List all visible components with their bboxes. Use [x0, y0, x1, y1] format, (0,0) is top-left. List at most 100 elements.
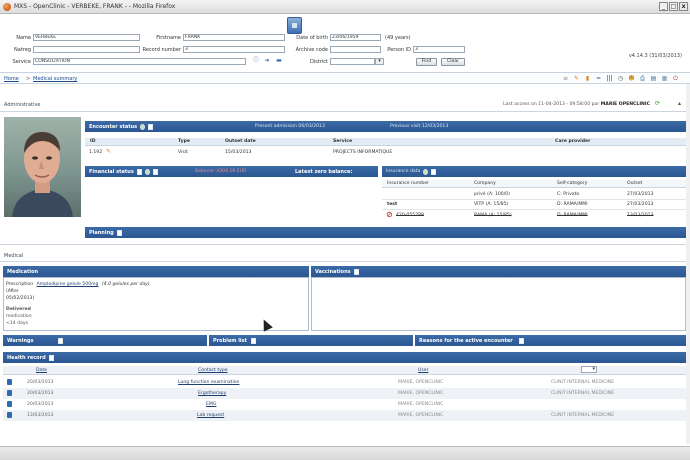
district-field: District ▾: [290, 58, 384, 65]
health-record-document-icon[interactable]: [48, 354, 54, 361]
vaccinations-document-icon[interactable]: [353, 268, 359, 275]
age-text: (49 years): [385, 34, 411, 41]
dob-input[interactable]: 23/06/1959: [330, 34, 381, 41]
chevron-down-icon[interactable]: ▾: [592, 366, 595, 372]
page-scrollbar[interactable]: [686, 84, 690, 444]
insurance-document-icon[interactable]: [431, 168, 437, 175]
table-row[interactable]: 20/03/2013 EMG MARIE, OPENCLINIC: [3, 399, 689, 410]
edit-encounter-icon[interactable]: ✎: [106, 148, 111, 155]
people-icon[interactable]: ☻: [628, 75, 635, 82]
clear-button[interactable]: Clear: [441, 58, 465, 66]
trash-icon[interactable]: ▬: [276, 58, 282, 64]
grid-icon[interactable]: ▦: [661, 75, 668, 82]
arrow-icon[interactable]: ➜: [264, 58, 270, 64]
openclinic-logo-icon: [287, 17, 302, 34]
breadcrumb-medical-summary[interactable]: Medical summary: [33, 76, 77, 82]
record-number-field: Record number 3: [133, 46, 285, 53]
add-insurance-icon[interactable]: [423, 168, 429, 175]
row-divider: [382, 209, 686, 210]
power-icon[interactable]: ⏻: [672, 75, 679, 82]
latest-zero-balance-text: Latest zero balance:: [295, 168, 353, 175]
health-record-bar: Health record: [3, 352, 686, 363]
trash-icon[interactable]: [7, 401, 12, 407]
trash-icon[interactable]: [7, 379, 12, 385]
table-row[interactable]: 13/03/2013 Lab request MARIE, OPENCLINIC…: [3, 410, 689, 421]
record-number-input[interactable]: 3: [183, 46, 285, 53]
prescription-drug-link[interactable]: Amplodipine gelule 500mg: [37, 282, 99, 287]
planning-document-icon[interactable]: [116, 229, 122, 236]
person-id-field: Person ID 3: [385, 46, 465, 53]
encounter-status-bar: Encounter status Present admission 06/03…: [85, 121, 686, 132]
trash-icon[interactable]: [7, 412, 12, 418]
service-field: Service CONSULTATION: [4, 58, 246, 65]
name-field: Name VERBEKE: [4, 34, 140, 41]
previous-visit-text: Previous visit 12/03/2013: [390, 124, 449, 129]
financial-document-icon[interactable]: [136, 168, 142, 175]
breadcrumb-home[interactable]: Home: [4, 76, 19, 82]
archive-code-field: Archive code: [285, 46, 381, 53]
window-titlebar: MXS - OpenClinic - VERBEKE, FRANK - - Mo…: [0, 0, 690, 14]
printer-icon[interactable]: ⎙: [639, 75, 646, 82]
natreg-field: Natreg: [4, 46, 140, 53]
archive-code-input[interactable]: [330, 46, 381, 53]
bed-icon[interactable]: ═: [595, 75, 602, 82]
prescription-line: Prescription Amplodipine gelule 500mg (4…: [6, 282, 150, 287]
encounter-document-icon[interactable]: [148, 123, 154, 130]
collapse-icon[interactable]: ▴: [676, 100, 683, 107]
reasons-document-icon[interactable]: [518, 337, 524, 344]
status-bar: [0, 446, 690, 460]
service-input[interactable]: CONSULTATION: [33, 58, 246, 65]
trash-icon[interactable]: [7, 390, 12, 396]
stop-icon[interactable]: ⊘: [386, 210, 393, 219]
present-admission-text: Present admission 06/03/2013: [255, 124, 325, 129]
firefox-app-icon: [3, 2, 11, 11]
mouse-cursor-icon: [260, 318, 272, 331]
insurance-data-bar: Insurance data: [382, 166, 686, 177]
edit-icon[interactable]: ✎: [573, 75, 580, 82]
balance-text: Balance: 4304,16 EUR: [195, 169, 247, 174]
dob-field: Date of birth 23/06/1959 (49 years): [296, 34, 411, 41]
medical-divider: [0, 261, 690, 262]
invoice-icon[interactable]: [152, 168, 158, 175]
district-select[interactable]: [330, 58, 375, 65]
person-id-input[interactable]: 3: [413, 46, 465, 53]
money-icon[interactable]: [144, 168, 150, 175]
close-icon[interactable]: x: [679, 2, 688, 11]
refresh-icon[interactable]: ⟳: [654, 100, 661, 107]
clock-icon[interactable]: ◷: [617, 75, 624, 82]
vaccinations-bar: Vaccinations: [311, 266, 686, 277]
add-encounter-icon[interactable]: [140, 123, 146, 130]
problem-list-document-icon[interactable]: [251, 337, 256, 344]
maximize-icon[interactable]: □: [669, 2, 678, 11]
minimize-icon[interactable]: _: [659, 2, 668, 11]
table-row[interactable]: 20/03/2013 Lung function examination MAR…: [3, 377, 689, 388]
service-filter-select[interactable]: ▾: [581, 366, 597, 373]
window-title: MXS - OpenClinic - VERBEKE, FRANK - - Mo…: [14, 3, 176, 10]
administrative-divider: [0, 111, 690, 112]
natreg-input[interactable]: [33, 46, 140, 53]
planning-bar: Planning: [85, 227, 686, 238]
medical-title: Medical: [4, 253, 24, 259]
info-icon[interactable]: ⓘ: [253, 58, 259, 64]
navigation-bar: Home > Medical summary ≡ ✎ ▮ ═ ||| ◷ ☻ ⎙…: [0, 72, 690, 84]
firstname-input[interactable]: FRANK: [183, 34, 285, 41]
last-access-text: Last access on 11-04-2013 - 09:58:00 par…: [503, 102, 650, 107]
find-button[interactable]: Find: [416, 58, 437, 66]
name-input[interactable]: VERBEKE: [33, 34, 140, 41]
document-icon[interactable]: ▮: [584, 75, 591, 82]
folder-icon[interactable]: ▤: [650, 75, 657, 82]
administrative-title: Administrative: [4, 102, 41, 108]
warnings-document-icon[interactable]: [57, 337, 63, 344]
breadcrumb-separator: >: [26, 76, 31, 82]
list-icon[interactable]: ≡: [562, 75, 569, 82]
table-row[interactable]: 20/03/2013 Ergotherapy MARIE, OPENCLINIC…: [3, 388, 689, 399]
warnings-bar: Warnings: [3, 335, 207, 346]
insurance-table-header: Insurance number Company Self-category O…: [382, 180, 686, 188]
window-controls: _ □ x: [659, 2, 688, 11]
firstname-field: Firstname FRANK: [143, 34, 285, 41]
vaccinations-panel: [311, 277, 686, 331]
chevron-down-icon[interactable]: ▾: [375, 58, 384, 65]
problem-list-bar: Problem list: [209, 335, 413, 346]
barcode-icon[interactable]: |||: [606, 75, 613, 82]
health-record-header: Date Contact type User ▾: [3, 366, 686, 375]
